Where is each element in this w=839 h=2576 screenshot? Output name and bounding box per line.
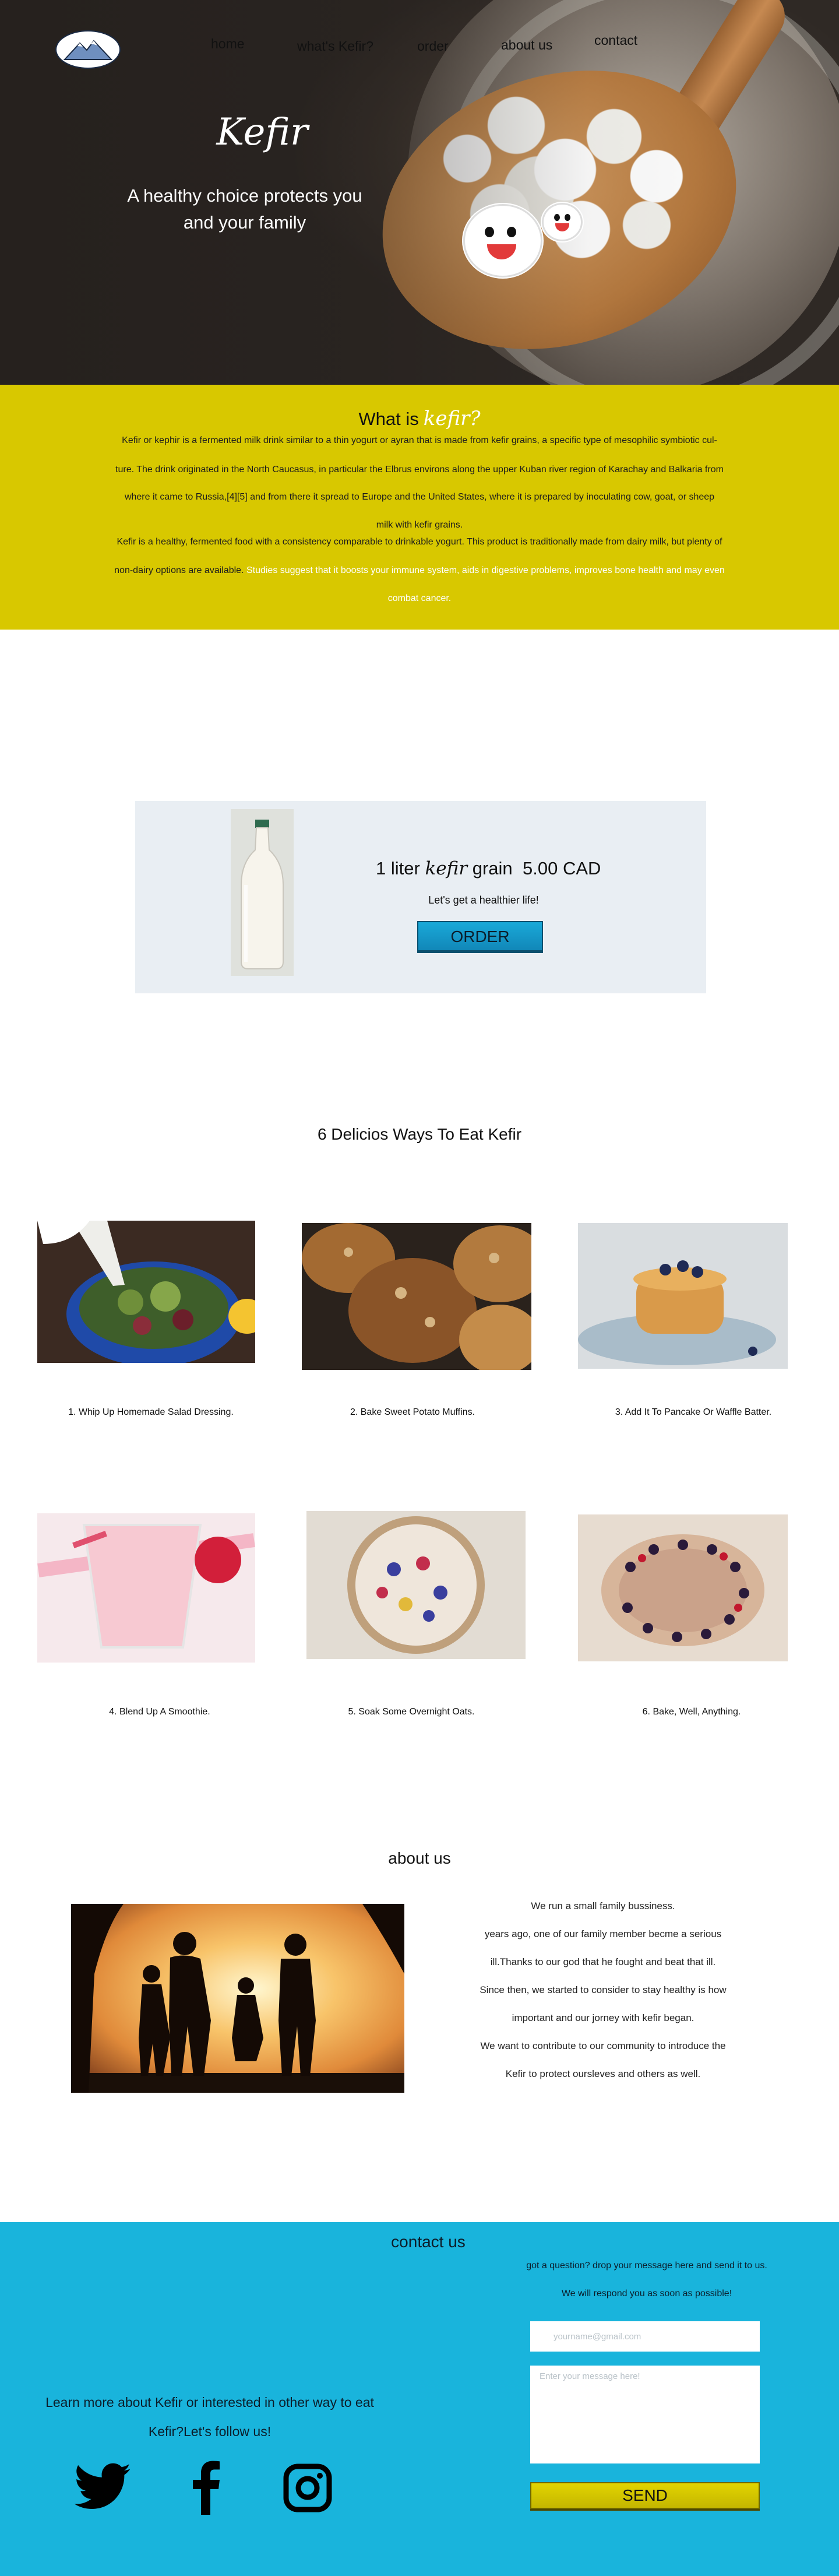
what-is-line-6: non-dairy options are available. Studies… [35, 565, 804, 576]
recipe-image-oats [306, 1511, 526, 1659]
nav-order[interactable]: order [417, 38, 449, 54]
what-is-title-highlight: kefir? [423, 407, 481, 430]
hero-subtitle-line2: and your family [183, 212, 306, 233]
hero-title: Kefir [216, 111, 308, 154]
recipe-image-salad [37, 1221, 255, 1363]
contact-respond-text: We will respond you as soon as possible! [561, 2289, 732, 2299]
send-button[interactable]: SEND [530, 2482, 760, 2509]
about-line-3: ill.Thanks to our god that he fought and… [490, 1956, 716, 1967]
recipe-caption-3: 3. Add It To Pancake Or Waffle Batter. [615, 1407, 772, 1417]
what-is-line-1: Kefir or kephir is a fermented milk drin… [122, 435, 717, 445]
recipes-title: 6 Delicios Ways To Eat Kefir [317, 1125, 522, 1143]
milk-bottle-image [231, 809, 294, 976]
about-line-1: We run a small family bussiness. [531, 1900, 675, 1911]
what-is-line-7: combat cancer. [387, 593, 452, 603]
recipe-caption-1: 1. Whip Up Homemade Salad Dressing. [68, 1407, 234, 1417]
message-textarea[interactable] [530, 2366, 760, 2463]
hero-subtitle-line1: A healthy choice protects you [127, 185, 362, 206]
product-name-kefir: kefir [425, 858, 468, 879]
instagram-icon[interactable] [283, 2463, 332, 2512]
about-line-5: important and our jorney with kefir bega… [512, 2012, 695, 2023]
twitter-icon[interactable] [74, 2462, 132, 2511]
nav-about-us[interactable]: about us [501, 37, 552, 53]
what-is-line-3: where it came to Russia,[4][5] and from … [124, 492, 715, 502]
recipe-image-smoothie [37, 1513, 255, 1663]
kefir-mascot-small [542, 203, 583, 241]
nav-contact[interactable]: contact [594, 33, 637, 48]
about-line-4: Since then, we started to consider to st… [480, 1984, 727, 1995]
follow-text-line1: Learn more about Kefir or interested in … [45, 2395, 374, 2410]
nav-home[interactable]: home [211, 36, 245, 52]
about-us-title: about us [388, 1849, 451, 1867]
product-name: 1 liter kefir grain [376, 858, 513, 879]
what-is-line-6-highlight: Studies suggest that it boosts your immu… [244, 565, 725, 575]
recipe-image-pancakes [578, 1223, 788, 1369]
recipe-caption-6: 6. Bake, Well, Anything. [642, 1707, 741, 1717]
about-line-6: We want to contribute to our community t… [480, 2040, 726, 2051]
order-button[interactable]: ORDER [417, 921, 543, 951]
what-is-line-2: ture. The drink originated in the North … [115, 465, 724, 475]
mountain-logo-icon[interactable] [55, 30, 121, 69]
what-is-line-5: Kefir is a healthy, fermented food with … [117, 537, 722, 547]
what-is-line-6-plain: non-dairy options are available. [114, 565, 244, 575]
recipe-caption-5: 5. Soak Some Overnight Oats. [348, 1707, 475, 1717]
recipe-image-cake [578, 1514, 788, 1661]
product-tagline: Let's get a healthier life! [428, 894, 539, 906]
contact-title: contact us [391, 2233, 466, 2251]
kefir-mascot-large [463, 204, 542, 277]
product-name-prefix: 1 liter [376, 858, 420, 878]
contact-question-text: got a question? drop your message here a… [526, 2261, 767, 2271]
facebook-icon[interactable] [191, 2459, 220, 2515]
what-is-title-text: What is [358, 409, 419, 429]
follow-text-line2: Kefir?Let's follow us! [148, 2424, 272, 2439]
what-is-kefir-title: What is kefir? [0, 407, 839, 430]
product-price: 5.00 CAD [523, 858, 601, 878]
recipe-image-muffins [302, 1223, 531, 1370]
email-input[interactable] [530, 2321, 760, 2352]
recipe-caption-2: 2. Bake Sweet Potato Muffins. [350, 1407, 475, 1417]
recipe-caption-4: 4. Blend Up A Smoothie. [109, 1707, 210, 1717]
family-silhouette-image [71, 1904, 404, 2093]
nav-whats-kefir[interactable]: what's Kefir? [297, 38, 373, 54]
about-line-7: Kefir to protect oursleves and others as… [505, 2068, 701, 2079]
what-is-line-4: milk with kefir grains. [376, 520, 463, 530]
product-name-suffix: grain [472, 858, 513, 878]
about-line-2: years ago, one of our family member becm… [484, 1928, 722, 1939]
